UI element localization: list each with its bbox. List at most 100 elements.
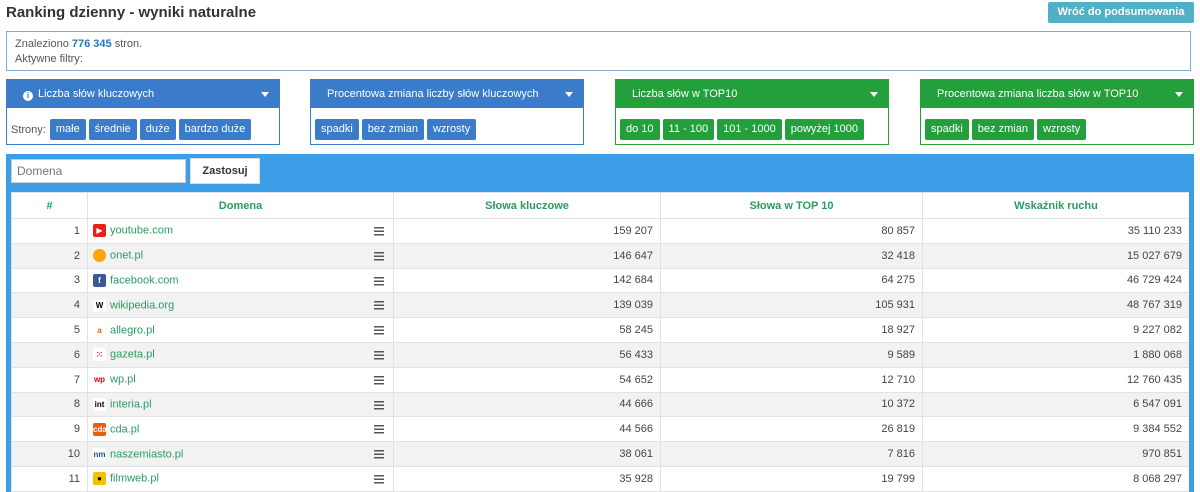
domain-search-input[interactable] [11,159,186,183]
filter-option-medium[interactable]: średnie [88,119,137,140]
column-header-traffic[interactable]: Wskaźnik ruchu [922,192,1189,219]
row-domain-cell: int interia.pl [87,391,394,418]
wp-icon: wp [93,373,106,387]
row-top10: 7 816 [660,441,923,467]
row-traffic: 9 227 082 [922,317,1189,343]
row-top10: 64 275 [660,267,923,294]
youtube-icon: ▶ [93,224,106,238]
domain-link[interactable]: onet.pl [110,250,143,262]
row-keywords: 44 666 [393,391,661,418]
found-suffix: stron. [111,38,143,50]
table-row: 9 cda cda.pl 44 566 26 819 9 384 552 [11,416,1189,443]
table-row: 11 ● filmweb.pl 35 928 19 799 8 068 297 [11,465,1189,492]
filter-keyword-change-header[interactable]: Procentowa zmiana liczby słów kluczowych [311,80,583,108]
list-icon[interactable] [374,425,384,435]
filter-option-101-1000[interactable]: 101 - 1000 [717,119,782,140]
row-top10: 26 819 [660,416,923,443]
domain-link[interactable]: cda.pl [110,423,139,435]
row-traffic: 12 760 435 [922,366,1189,393]
filmweb-icon: ● [93,472,106,486]
list-icon[interactable] [374,375,384,385]
row-keywords: 142 684 [393,267,661,294]
filter-option-decreases[interactable]: spadki [925,119,969,140]
list-icon[interactable] [374,251,384,261]
column-header-keywords[interactable]: Słowa kluczowe [393,192,661,219]
row-domain-cell: ▶ youtube.com [87,218,394,244]
row-top10: 19 799 [660,465,923,492]
interia-icon: int [93,397,106,411]
filter-option-small[interactable]: małe [49,119,86,140]
allegro-icon: a [93,323,106,337]
row-rank: 4 [11,292,88,319]
filter-title: Liczba słów kluczowych [38,88,155,100]
list-icon[interactable] [374,301,384,311]
filter-top10-change-header[interactable]: Procentowa zmiana liczba słów w TOP10 [921,80,1193,108]
ranking-table-wrapper: # Domena Słowa kluczowe Słowa w TOP 10 W… [11,192,1189,492]
found-count-text: Znaleziono 776 345 stron. [15,37,1182,52]
table-row: 4 Wwikipedia.org 139 039 105 931 48 767 319 [11,292,1189,319]
row-top10: 10 372 [660,391,923,418]
row-rank: 3 [11,267,88,294]
filter-option-over-1000[interactable]: powyżej 1000 [784,119,864,140]
table-row: 7 wp wp.pl 54 652 12 710 12 760 435 [11,366,1189,393]
list-icon[interactable] [374,227,384,236]
row-domain-cell: ● filmweb.pl [87,465,394,492]
domain-link[interactable]: naszemiasto.pl [110,448,183,460]
list-icon[interactable] [374,400,384,410]
filter-option-no-change[interactable]: bez zmian [971,119,1034,140]
domain-link[interactable]: gazeta.pl [110,349,155,361]
filter-keyword-count-header[interactable]: i Liczba słów kluczowych [7,80,279,108]
row-top10: 105 931 [660,292,923,319]
domain-link[interactable]: interia.pl [110,398,152,410]
row-traffic: 1 880 068 [922,341,1189,368]
row-top10: 32 418 [660,242,923,269]
column-header-rank[interactable]: # [11,192,88,219]
filter-option-upto-10[interactable]: do 10 [620,119,660,140]
info-icon[interactable]: i [23,91,33,101]
filter-option-decreases[interactable]: spadki [315,119,359,140]
row-rank: 9 [11,416,88,443]
row-keywords: 54 652 [393,366,661,393]
filter-option-no-change[interactable]: bez zmian [361,119,424,140]
row-traffic: 46 729 424 [922,267,1189,294]
domain-link[interactable]: allegro.pl [110,324,155,336]
row-keywords: 146 647 [393,242,661,269]
row-top10: 18 927 [660,317,923,343]
cda-icon: cda [93,422,107,436]
row-rank: 11 [11,465,88,492]
domain-link[interactable]: facebook.com [110,274,178,286]
list-icon[interactable] [374,326,384,336]
caret-down-icon [1175,92,1183,97]
apply-button[interactable]: Zastosuj [190,158,260,184]
row-domain-cell: nm naszemiasto.pl [87,441,394,467]
filter-option-very-large[interactable]: bardzo duże [178,119,252,140]
table-header-row: # Domena Słowa kluczowe Słowa w TOP 10 W… [11,192,1189,219]
filter-option-11-100[interactable]: 11 - 100 [662,119,715,140]
back-to-summary-button[interactable]: Wróć do podsumowania [1048,2,1194,23]
list-icon[interactable] [374,474,384,484]
row-rank: 6 [11,341,88,368]
list-icon[interactable] [374,350,384,360]
filter-top10-change: Procentowa zmiana liczba słów w TOP10 sp… [920,79,1194,145]
filter-top10-count: Liczba słów w TOP10 do 10 11 - 100 101 -… [615,79,889,145]
filter-option-increases[interactable]: wzrosty [1036,119,1087,140]
domain-link[interactable]: wp.pl [110,374,136,386]
domain-link[interactable]: filmweb.pl [110,473,159,485]
filter-option-large[interactable]: duże [139,119,176,140]
column-header-top10[interactable]: Słowa w TOP 10 [660,192,923,219]
filter-option-increases[interactable]: wzrosty [426,119,477,140]
column-header-domain[interactable]: Domena [87,192,394,219]
row-domain-cell: Wwikipedia.org [87,292,394,319]
filter-top10-count-header[interactable]: Liczba słów w TOP10 [616,80,888,108]
row-domain-cell: ⁙ gazeta.pl [87,341,394,368]
domain-link[interactable]: wikipedia.org [110,299,174,311]
row-keywords: 139 039 [393,292,661,319]
row-keywords: 35 928 [393,465,661,492]
row-traffic: 970 851 [922,441,1189,467]
row-rank: 5 [11,317,88,343]
list-icon[interactable] [374,450,384,460]
row-keywords: 38 061 [393,441,661,467]
list-icon[interactable] [374,276,384,286]
table-row: 5 a allegro.pl 58 245 18 927 9 227 082 [11,317,1189,343]
domain-link[interactable]: youtube.com [110,225,173,237]
